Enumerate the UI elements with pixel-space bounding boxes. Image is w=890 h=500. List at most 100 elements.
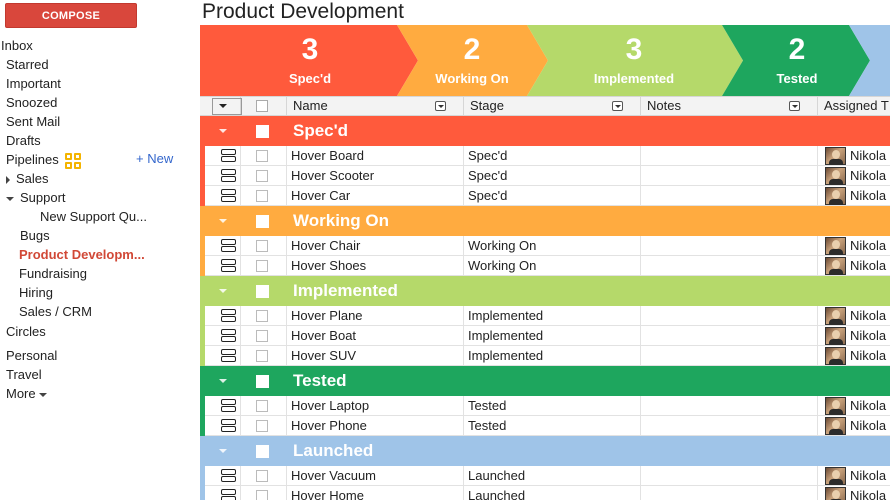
sidebar-item-pipelines[interactable]: Pipelines (6, 152, 81, 169)
table-row[interactable]: Hover Laptop Tested Nikola (200, 396, 890, 416)
sidebar-item-hiring[interactable]: Hiring (19, 285, 53, 300)
sidebar-item-new-support-queue[interactable]: New Support Qu... (40, 209, 147, 224)
chevron-down-icon[interactable] (219, 379, 227, 383)
chevron-down-icon[interactable] (219, 129, 227, 133)
cell-stage[interactable]: Implemented (464, 306, 641, 326)
cell-name[interactable]: Hover Chair (287, 236, 464, 256)
cell-name[interactable]: Hover Plane (287, 306, 464, 326)
row-checkbox-cell[interactable] (241, 396, 287, 416)
box-icon[interactable] (221, 169, 236, 183)
box-icon[interactable] (221, 329, 236, 343)
column-menu-icon[interactable] (612, 101, 623, 111)
group-checkbox[interactable] (256, 125, 269, 138)
cell-stage[interactable]: Spec'd (464, 186, 641, 206)
cell-name[interactable]: Hover Car (287, 186, 464, 206)
chevron-down-icon[interactable] (219, 289, 227, 293)
group-header[interactable]: Tested (200, 366, 890, 396)
cell-assigned[interactable]: Nikola (818, 306, 890, 326)
box-icon[interactable] (221, 149, 236, 163)
row-expand-cell[interactable] (205, 466, 241, 486)
cell-notes[interactable] (641, 256, 818, 276)
group-header[interactable]: Implemented (200, 276, 890, 306)
group-checkbox[interactable] (256, 215, 269, 228)
sidebar-item-support[interactable]: Support (6, 190, 66, 205)
cell-notes[interactable] (641, 236, 818, 256)
cell-stage[interactable]: Launched (464, 486, 641, 500)
cell-name[interactable]: Hover Shoes (287, 256, 464, 276)
cell-name[interactable]: Hover SUV (287, 346, 464, 366)
row-expand-cell[interactable] (205, 256, 241, 276)
cell-assigned[interactable]: Nikola (818, 396, 890, 416)
sidebar-item-circles[interactable]: Circles (6, 324, 46, 339)
cell-name[interactable]: Hover Laptop (287, 396, 464, 416)
box-icon[interactable] (221, 419, 236, 433)
group-checkbox[interactable] (256, 445, 269, 458)
sidebar-item-sales-crm[interactable]: Sales / CRM (19, 304, 92, 319)
stage-implemented[interactable]: 3 Implemented (574, 25, 694, 96)
row-checkbox[interactable] (256, 470, 268, 482)
group-header[interactable]: Launched (200, 436, 890, 466)
group-checkbox[interactable] (256, 285, 269, 298)
box-icon[interactable] (221, 189, 236, 203)
chevron-down-icon[interactable] (219, 104, 227, 108)
sidebar-item-inbox[interactable]: Inbox (1, 38, 33, 53)
compose-button[interactable]: COMPOSE (5, 3, 137, 28)
row-expand-cell[interactable] (205, 186, 241, 206)
row-checkbox[interactable] (256, 150, 268, 162)
cell-notes[interactable] (641, 186, 818, 206)
row-checkbox-cell[interactable] (241, 486, 287, 500)
box-icon[interactable] (221, 469, 236, 483)
row-checkbox-cell[interactable] (241, 146, 287, 166)
row-expand-cell[interactable] (205, 146, 241, 166)
box-icon[interactable] (221, 349, 236, 363)
sidebar-item-important[interactable]: Important (6, 76, 61, 91)
row-checkbox[interactable] (256, 490, 268, 500)
table-row[interactable]: Hover Scooter Spec'd Nikola (200, 166, 890, 186)
row-checkbox[interactable] (256, 190, 268, 202)
cell-assigned[interactable]: Nikola (818, 236, 890, 256)
row-checkbox[interactable] (256, 240, 268, 252)
cell-stage[interactable]: Tested (464, 416, 641, 436)
cell-stage[interactable]: Implemented (464, 346, 641, 366)
cell-stage[interactable]: Spec'd (464, 146, 641, 166)
cell-notes[interactable] (641, 486, 818, 500)
box-icon[interactable] (221, 239, 236, 253)
select-menu-box[interactable] (212, 98, 242, 115)
table-row[interactable]: Hover Board Spec'd Nikola (200, 146, 890, 166)
cell-assigned[interactable]: Nikola (818, 186, 890, 206)
row-expand-cell[interactable] (205, 236, 241, 256)
cell-stage[interactable]: Implemented (464, 326, 641, 346)
cell-notes[interactable] (641, 326, 818, 346)
stage-tested[interactable]: 2 Tested (737, 25, 857, 96)
chevron-down-icon[interactable] (219, 449, 227, 453)
sidebar-item-more[interactable]: More (6, 386, 47, 401)
cell-stage[interactable]: Working On (464, 236, 641, 256)
box-icon[interactable] (221, 399, 236, 413)
cell-notes[interactable] (641, 146, 818, 166)
column-menu-icon[interactable] (435, 101, 446, 111)
cell-assigned[interactable]: Nikola (818, 166, 890, 186)
cell-stage[interactable]: Working On (464, 256, 641, 276)
row-checkbox[interactable] (256, 400, 268, 412)
column-menu-icon[interactable] (789, 101, 800, 111)
row-checkbox[interactable] (256, 330, 268, 342)
row-expand-cell[interactable] (205, 416, 241, 436)
row-checkbox-cell[interactable] (241, 326, 287, 346)
column-header-notes[interactable]: Notes (641, 97, 818, 116)
row-checkbox-cell[interactable] (241, 256, 287, 276)
cell-notes[interactable] (641, 346, 818, 366)
row-expand-cell[interactable] (205, 326, 241, 346)
cell-notes[interactable] (641, 166, 818, 186)
row-checkbox[interactable] (256, 260, 268, 272)
cell-name[interactable]: Hover Vacuum (287, 466, 464, 486)
row-expand-cell[interactable] (205, 306, 241, 326)
sidebar-item-travel[interactable]: Travel (6, 367, 42, 382)
sidebar-item-sent-mail[interactable]: Sent Mail (6, 114, 60, 129)
cell-assigned[interactable]: Nikola (818, 486, 890, 500)
cell-notes[interactable] (641, 396, 818, 416)
select-all-checkbox[interactable] (256, 100, 268, 112)
box-icon[interactable] (221, 489, 236, 500)
cell-name[interactable]: Hover Scooter (287, 166, 464, 186)
row-expand-cell[interactable] (205, 396, 241, 416)
chevron-right-icon[interactable] (6, 175, 10, 184)
